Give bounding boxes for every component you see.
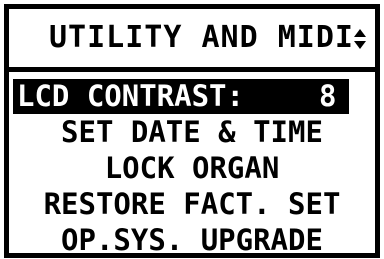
menu-item-restore-factory-set[interactable]: RESTORE FACT. SET — [9, 187, 375, 222]
lcd-display: UTILITY AND MIDI LCD CONTRAST: 8 SET DAT… — [4, 4, 380, 258]
menu-title: UTILITY AND MIDI — [49, 20, 354, 55]
up-down-arrows-icon — [354, 29, 366, 49]
title-divider — [9, 67, 375, 72]
title-bar: UTILITY AND MIDI — [9, 9, 375, 65]
menu-item-set-date-time[interactable]: SET DATE & TIME — [9, 115, 375, 150]
menu-item-os-upgrade[interactable]: OP.SYS. UPGRADE — [9, 223, 375, 258]
lcd-contrast-label: LCD CONTRAST: — [17, 79, 244, 113]
menu-item-lock-organ[interactable]: LOCK ORGAN — [9, 151, 375, 186]
menu-item-lcd-contrast[interactable]: LCD CONTRAST: 8 — [13, 79, 349, 114]
lcd-contrast-value: 8 — [319, 79, 337, 113]
